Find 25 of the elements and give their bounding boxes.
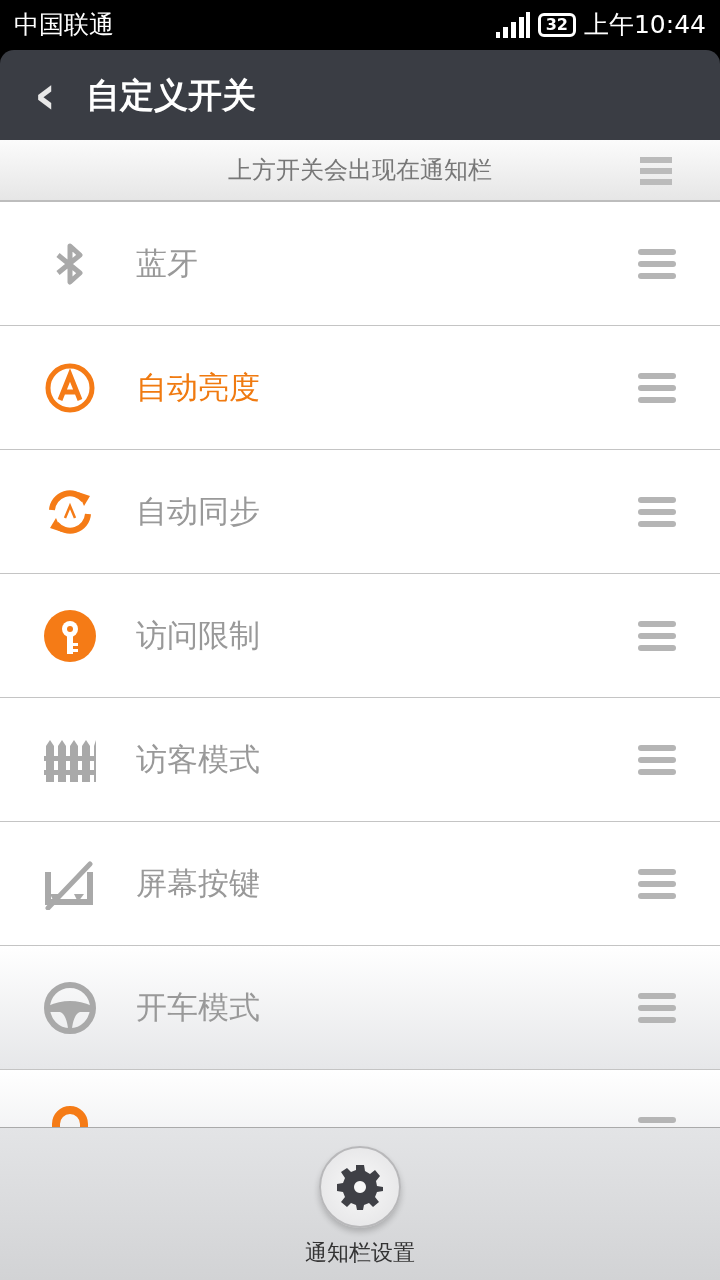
drag-handle-icon[interactable]: [638, 868, 676, 899]
carrier-name: 中国联通: [14, 9, 114, 42]
clock: 上午10:44: [583, 9, 706, 42]
drag-handle-icon[interactable]: [638, 992, 676, 1023]
battery-indicator: 32: [537, 13, 576, 37]
toggle-label: 访客模式: [136, 740, 260, 780]
drag-handle-icon[interactable]: [638, 372, 676, 403]
toggle-label: 自动同步: [136, 492, 260, 532]
settings-button[interactable]: [319, 1146, 401, 1228]
signal-icon: [495, 12, 530, 38]
toggle-label: 蓝牙: [136, 244, 198, 284]
toggle-label: 开车模式: [136, 988, 260, 1028]
drag-handle-icon[interactable]: [638, 248, 676, 279]
drag-handle-icon[interactable]: [638, 496, 676, 527]
toggle-label: 访问限制: [136, 616, 260, 656]
drag-handle-icon[interactable]: [640, 157, 672, 185]
drag-handle-icon[interactable]: [638, 620, 676, 651]
button-label: 通知栏设置: [305, 1239, 415, 1267]
back-button[interactable]: ‹: [30, 68, 61, 122]
drag-handle-icon[interactable]: [638, 744, 676, 775]
settings-icon: [337, 1164, 383, 1210]
toggle-label: 屏幕按键: [136, 864, 260, 904]
page-title: 自定义开关: [86, 73, 257, 117]
toggle-label: 自动亮度: [136, 368, 260, 408]
section-title: 上方开关会出现在通知栏: [228, 155, 492, 186]
